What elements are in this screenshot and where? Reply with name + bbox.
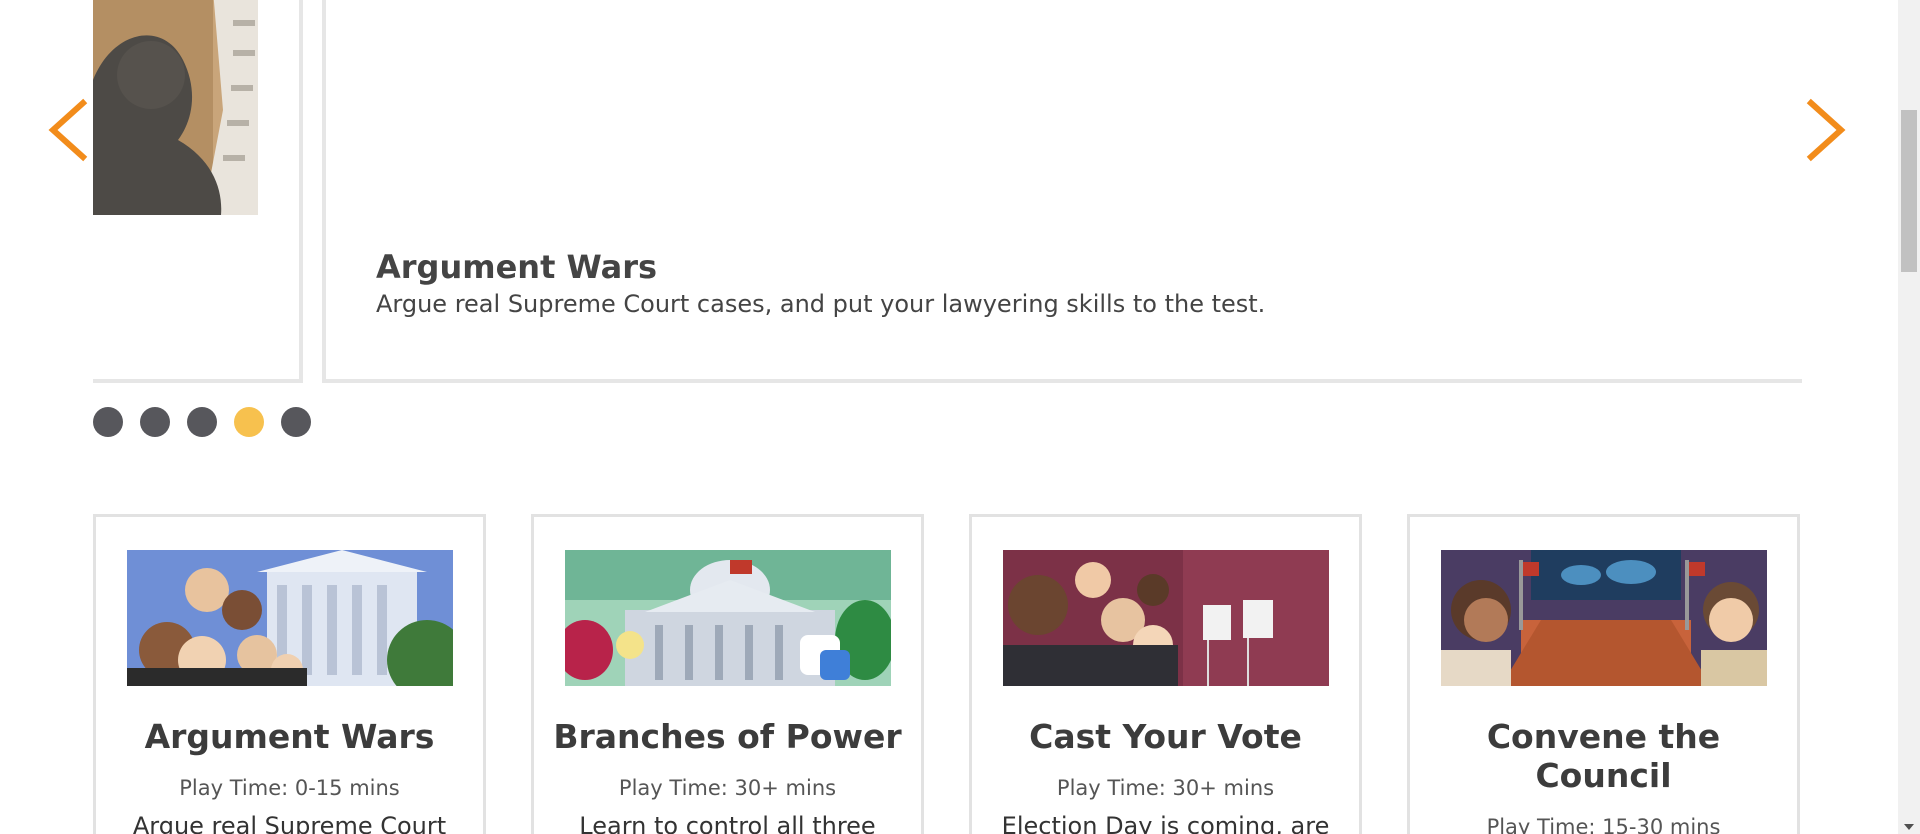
slide-title: Argument Wars: [376, 248, 658, 286]
scrollbar-thumb[interactable]: [1901, 110, 1917, 272]
carousel-prev-button[interactable]: [43, 97, 93, 163]
scroll-down-arrow-icon[interactable]: [1904, 824, 1914, 830]
game-card-list: Argument Wars Play Time: 0-15 mins Argue…: [93, 514, 1800, 834]
game-thumbnail-convene-the-council: [1441, 550, 1767, 686]
slide-description: Argue real Supreme Court cases, and put …: [376, 290, 1266, 318]
chevron-left-icon: [48, 98, 88, 162]
carousel-dot-1[interactable]: [93, 407, 123, 437]
carousel-slide-previous[interactable]: [93, 0, 303, 383]
chevron-right-icon: [1806, 98, 1846, 162]
game-title: Branches of Power: [553, 717, 902, 756]
game-title: Argument Wars: [144, 717, 435, 756]
game-play-time: Play Time: 30+ mins: [1056, 776, 1275, 800]
carousel-dot-5[interactable]: [281, 407, 311, 437]
game-play-time: Play Time: 0-15 mins: [179, 776, 400, 800]
vertical-scrollbar[interactable]: [1898, 0, 1920, 834]
game-thumbnail-cast-your-vote: [1003, 550, 1329, 686]
game-card-argument-wars[interactable]: Argument Wars Play Time: 0-15 mins Argue…: [93, 514, 486, 834]
slide-thumbnail-image: [93, 0, 258, 215]
carousel-next-button[interactable]: [1801, 97, 1851, 163]
game-description: Election Day is coming, are: [1001, 812, 1330, 834]
game-play-time: Play Time: 15-30 mins: [1486, 815, 1721, 834]
carousel-slide-current[interactable]: Argument Wars Argue real Supreme Court c…: [322, 0, 1802, 383]
game-thumbnail-branches-of-power: [565, 550, 891, 686]
carousel-pagination: [93, 407, 311, 437]
page-viewport: Argument Wars Argue real Supreme Court c…: [0, 0, 1898, 834]
game-card-cast-your-vote[interactable]: Cast Your Vote Play Time: 30+ mins Elect…: [969, 514, 1362, 834]
carousel-dot-2[interactable]: [140, 407, 170, 437]
game-description: Argue real Supreme Court: [132, 812, 447, 834]
game-title: Cast Your Vote: [1029, 717, 1302, 756]
game-thumbnail-argument-wars: [127, 550, 453, 686]
game-title: Convene the Council: [1486, 717, 1721, 795]
carousel-dot-3[interactable]: [187, 407, 217, 437]
game-description: Learn to control all three: [579, 812, 876, 834]
game-play-time: Play Time: 30+ mins: [618, 776, 837, 800]
carousel-dot-4[interactable]: [234, 407, 264, 437]
game-card-convene-the-council[interactable]: Convene the Council Play Time: 15-30 min…: [1407, 514, 1800, 834]
game-card-branches-of-power[interactable]: Branches of Power Play Time: 30+ mins Le…: [531, 514, 924, 834]
